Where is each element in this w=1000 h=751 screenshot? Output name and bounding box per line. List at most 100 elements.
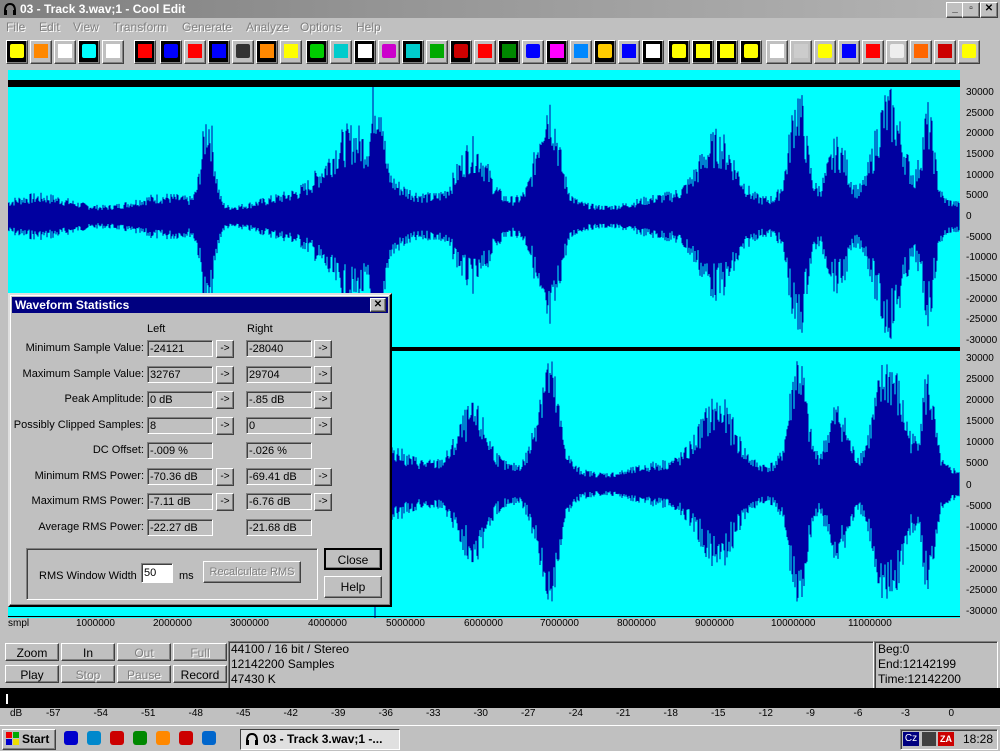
left-value[interactable]: -7.11 dB: [147, 493, 213, 510]
scope-button[interactable]: [354, 40, 376, 64]
open-folder-button[interactable]: [30, 40, 52, 64]
left-value[interactable]: 0 dB: [147, 391, 213, 408]
noise-button[interactable]: [426, 40, 448, 64]
left-value[interactable]: 32767: [147, 365, 213, 383]
recalculate-rms-button[interactable]: Recalculate RMS: [203, 561, 301, 583]
close-window-button[interactable]: ✕: [980, 2, 998, 18]
acrobat-icon[interactable]: [110, 731, 124, 745]
new-file-button[interactable]: [6, 40, 28, 64]
start-button[interactable]: Start: [2, 729, 56, 750]
record-circle-button[interactable]: [232, 40, 254, 64]
record-button[interactable]: Record: [173, 665, 227, 683]
dialog-close-icon[interactable]: ✕: [370, 298, 386, 312]
note-button[interactable]: [208, 40, 230, 64]
right-value[interactable]: 0: [246, 416, 312, 434]
left-value[interactable]: -.009 %: [147, 442, 213, 459]
eq-button[interactable]: [910, 40, 932, 64]
pitch-button[interactable]: [522, 40, 544, 64]
left-value[interactable]: -24121: [147, 340, 213, 357]
menu-analyze[interactable]: Analyze: [246, 20, 289, 34]
scroll-button[interactable]: [402, 40, 424, 64]
mixer-button[interactable]: [862, 40, 884, 64]
winamp-icon[interactable]: [156, 731, 170, 745]
wave-button[interactable]: [498, 40, 520, 64]
left-value[interactable]: -70.36 dB: [147, 467, 213, 485]
save-button[interactable]: [54, 40, 76, 64]
goto-left-button[interactable]: ->: [216, 493, 234, 511]
help-button[interactable]: [814, 40, 836, 64]
goto-left-button[interactable]: ->: [216, 391, 234, 409]
compress-button[interactable]: [450, 40, 472, 64]
menu-view[interactable]: View: [73, 20, 99, 34]
maximize-button[interactable]: ▫: [962, 2, 980, 18]
menu-help[interactable]: Help: [356, 20, 381, 34]
language-indicator[interactable]: Cz: [903, 732, 919, 746]
menu-edit[interactable]: Edit: [39, 20, 60, 34]
cursor-button[interactable]: [934, 40, 956, 64]
cross-icon[interactable]: [64, 731, 78, 745]
filter-button[interactable]: [594, 40, 616, 64]
props-button[interactable]: [886, 40, 908, 64]
right-value[interactable]: -.026 %: [246, 442, 312, 459]
browser-icon[interactable]: [202, 731, 216, 745]
goto-right-button[interactable]: ->: [314, 365, 332, 384]
loop-button[interactable]: [184, 40, 206, 64]
tool-icon[interactable]: [133, 731, 147, 745]
select-button[interactable]: [330, 40, 352, 64]
refresh-button[interactable]: [838, 40, 860, 64]
spectrum-button[interactable]: [306, 40, 328, 64]
display-icon[interactable]: [922, 732, 936, 746]
mute-button[interactable]: [546, 40, 568, 64]
stack-button[interactable]: [958, 40, 980, 64]
tape-button[interactable]: [642, 40, 664, 64]
goto-left-button[interactable]: ->: [216, 467, 234, 486]
flip-button[interactable]: [618, 40, 640, 64]
zoom-out-button[interactable]: Out: [117, 643, 171, 661]
stop-square-button[interactable]: [160, 40, 182, 64]
play-button[interactable]: Play: [5, 665, 59, 683]
title-bar[interactable]: 03 - Track 3.wav;1 - Cool Edit _ ▫ ✕: [0, 0, 1000, 18]
zoom-full-button[interactable]: Full: [173, 643, 227, 661]
menu-file[interactable]: File: [6, 20, 25, 34]
right-value[interactable]: -.85 dB: [246, 391, 312, 408]
goto-right-button[interactable]: ->: [314, 391, 332, 409]
right-value[interactable]: -6.76 dB: [246, 493, 312, 510]
line4-button[interactable]: [740, 40, 762, 64]
download-button[interactable]: [256, 40, 278, 64]
goto-right-button[interactable]: ->: [314, 467, 332, 486]
right-value[interactable]: 29704: [246, 365, 312, 383]
help-button[interactable]: Help: [324, 576, 382, 598]
db-display-button[interactable]: [766, 40, 788, 64]
zoom-in-button[interactable]: In: [61, 643, 115, 661]
gear-button[interactable]: [790, 40, 812, 64]
overview-bar[interactable]: [8, 70, 960, 81]
goto-right-button[interactable]: ->: [314, 340, 332, 358]
goto-left-button[interactable]: ->: [216, 416, 234, 435]
close-button[interactable]: Close: [324, 548, 382, 570]
menu-generate[interactable]: Generate: [182, 20, 232, 34]
network-icon[interactable]: [87, 731, 101, 745]
zonealarm-icon[interactable]: ZA: [938, 732, 954, 746]
stop-button[interactable]: Stop: [61, 665, 115, 683]
task-cool-edit[interactable]: 03 - Track 3.wav;1 -...: [240, 729, 400, 750]
goto-left-button[interactable]: ->: [216, 365, 234, 384]
headphones-button[interactable]: [102, 40, 124, 64]
save-as-button[interactable]: [78, 40, 100, 64]
line2-button[interactable]: [692, 40, 714, 64]
goto-left-button[interactable]: ->: [216, 340, 234, 358]
menu-transform[interactable]: Transform: [113, 20, 167, 34]
left-value[interactable]: 8: [147, 416, 213, 434]
zoom-button[interactable]: Zoom: [5, 643, 59, 661]
line1-button[interactable]: [668, 40, 690, 64]
menu-options[interactable]: Options: [300, 20, 341, 34]
goto-right-button[interactable]: ->: [314, 493, 332, 511]
zonealarm-icon[interactable]: [179, 731, 193, 745]
right-value[interactable]: -28040: [246, 340, 312, 357]
rms-window-input[interactable]: 50: [141, 563, 173, 583]
right-value[interactable]: -21.68 dB: [246, 518, 312, 536]
curve-button[interactable]: [570, 40, 592, 64]
env-button[interactable]: [474, 40, 496, 64]
line3-button[interactable]: [716, 40, 738, 64]
cross-button[interactable]: [378, 40, 400, 64]
left-value[interactable]: -22.27 dB: [147, 518, 213, 536]
